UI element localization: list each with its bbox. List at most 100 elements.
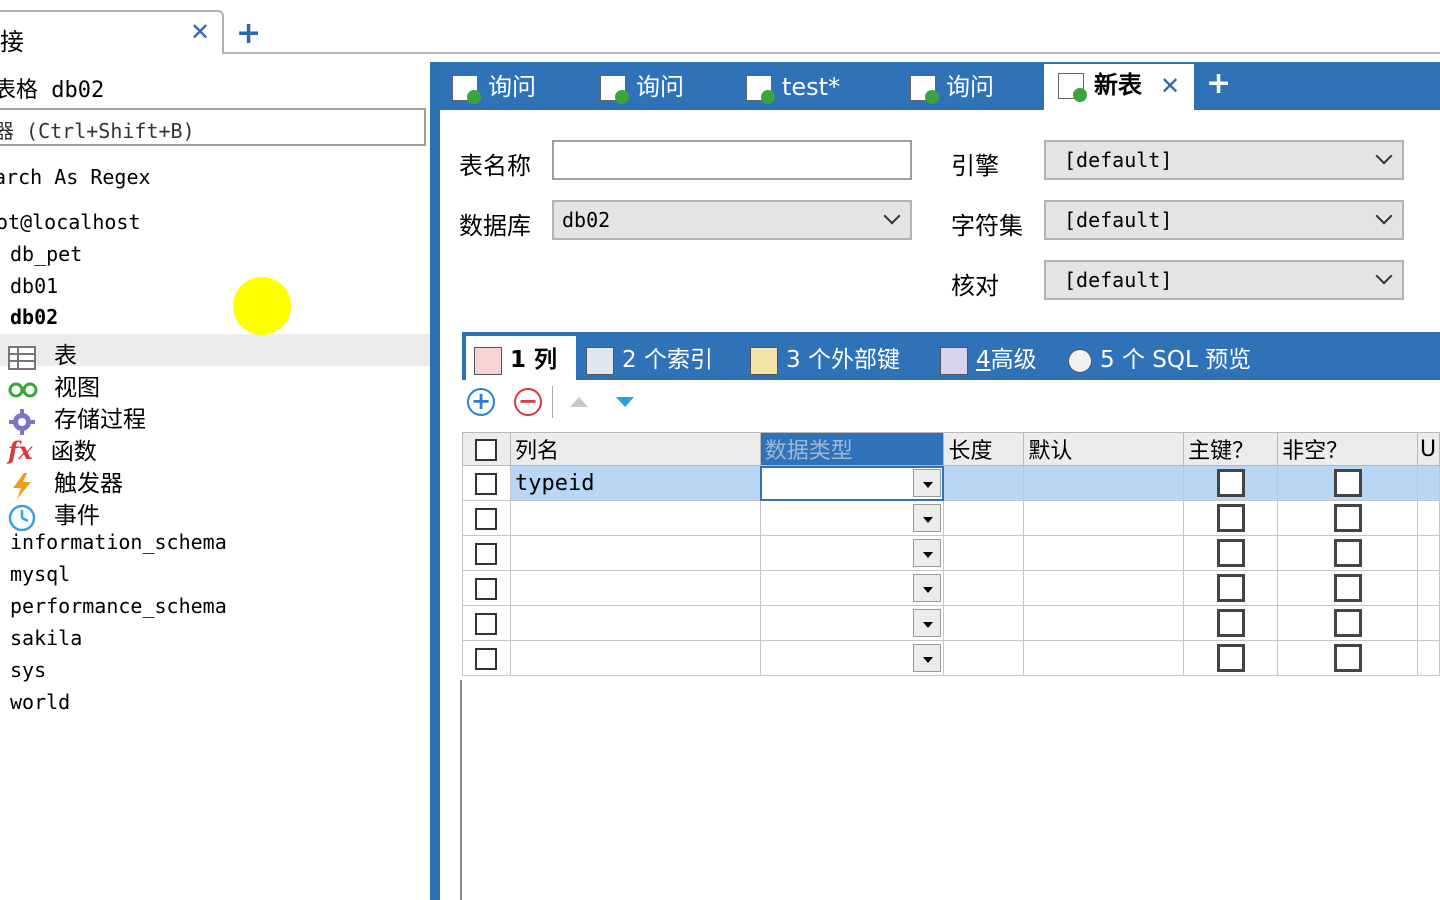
dropdown-arrow-icon[interactable] <box>913 469 942 497</box>
not-null-cell[interactable] <box>1277 535 1418 571</box>
primary-key-checkbox[interactable] <box>1216 609 1245 637</box>
row-checkbox[interactable] <box>475 542 498 565</box>
row-select-cell[interactable] <box>462 465 511 501</box>
length-cell[interactable] <box>943 465 1025 501</box>
panel-splitter[interactable] <box>430 62 440 900</box>
table-row[interactable] <box>462 570 1440 606</box>
not-null-cell[interactable] <box>1277 640 1418 676</box>
default-cell[interactable] <box>1023 500 1185 536</box>
row-select-cell[interactable] <box>462 640 511 676</box>
tree-item-procedures[interactable]: 存储过程 <box>8 400 146 436</box>
row-select-cell[interactable] <box>462 570 511 606</box>
table-row[interactable] <box>462 640 1440 676</box>
not-null-checkbox[interactable] <box>1333 574 1362 602</box>
tree-item-views[interactable]: 视图 <box>8 368 100 402</box>
dropdown-arrow-icon[interactable] <box>913 539 942 567</box>
tab-query-2[interactable]: 询问 <box>600 66 684 108</box>
primary-key-cell[interactable] <box>1183 640 1279 676</box>
primary-key-cell[interactable] <box>1183 570 1279 606</box>
tab-foreign-keys[interactable]: 3 个外部键 <box>750 340 900 375</box>
length-cell[interactable] <box>943 605 1025 641</box>
row-checkbox[interactable] <box>475 577 498 600</box>
row-checkbox[interactable] <box>475 507 498 530</box>
unsigned-cell[interactable] <box>1416 605 1440 641</box>
default-cell[interactable] <box>1023 570 1185 606</box>
tree-db-db_pet[interactable]: db_pet <box>10 242 82 266</box>
unsigned-cell[interactable] <box>1416 570 1440 606</box>
header-column-name[interactable]: 列名 <box>509 432 761 466</box>
column-name-cell[interactable] <box>509 640 761 676</box>
tab-test[interactable]: test* <box>746 66 840 108</box>
primary-key-checkbox[interactable] <box>1216 469 1245 497</box>
data-type-cell[interactable] <box>759 465 945 501</box>
tab-advanced[interactable]: 4高级 <box>940 340 1037 375</box>
row-select-cell[interactable] <box>462 535 511 571</box>
tree-db-db02[interactable]: db02 <box>10 305 58 329</box>
tab-sql-preview[interactable]: 5 个 SQL 预览 <box>1068 340 1251 374</box>
tree-db-sys[interactable]: sys <box>10 658 46 682</box>
close-tab-icon[interactable]: ✕ <box>1160 72 1180 100</box>
dropdown-arrow-icon[interactable] <box>913 644 942 672</box>
header-unsigned[interactable]: U <box>1416 432 1440 466</box>
primary-key-checkbox[interactable] <box>1216 504 1245 532</box>
length-cell[interactable] <box>943 570 1025 606</box>
header-data-type[interactable]: 数据类型 <box>759 432 945 466</box>
collation-select[interactable]: [default] <box>1044 260 1404 300</box>
dropdown-arrow-icon[interactable] <box>913 609 942 637</box>
primary-key-cell[interactable] <box>1183 535 1279 571</box>
table-row[interactable]: typeid <box>462 465 1440 501</box>
row-checkbox[interactable] <box>475 472 498 495</box>
column-name-cell[interactable]: typeid <box>509 465 761 501</box>
row-select-cell[interactable] <box>462 605 511 641</box>
not-null-cell[interactable] <box>1277 605 1418 641</box>
default-cell[interactable] <box>1023 465 1185 501</box>
tab-columns[interactable]: 1 列 <box>474 340 557 375</box>
move-up-icon[interactable] <box>568 394 590 410</box>
length-cell[interactable] <box>943 535 1025 571</box>
tree-db-sakila[interactable]: sakila <box>10 626 82 650</box>
row-select-cell[interactable] <box>462 500 511 536</box>
column-name-cell[interactable] <box>509 570 761 606</box>
primary-key-checkbox[interactable] <box>1216 574 1245 602</box>
move-down-icon[interactable] <box>614 394 636 410</box>
default-cell[interactable] <box>1023 535 1185 571</box>
not-null-checkbox[interactable] <box>1333 644 1362 672</box>
tree-db-performance_schema[interactable]: performance_schema <box>10 594 227 618</box>
data-type-cell[interactable] <box>759 640 945 676</box>
primary-key-checkbox[interactable] <box>1216 644 1245 672</box>
primary-key-cell[interactable] <box>1183 500 1279 536</box>
remove-column-button[interactable]: − <box>514 388 542 416</box>
primary-key-checkbox[interactable] <box>1216 539 1245 567</box>
server-node[interactable]: ot@localhost <box>0 210 141 234</box>
column-name-cell[interactable] <box>509 500 761 536</box>
data-type-cell[interactable] <box>759 500 945 536</box>
row-checkbox[interactable] <box>475 612 498 635</box>
tree-db-world[interactable]: world <box>10 690 70 714</box>
tab-indexes[interactable]: 2 个索引 <box>586 340 713 375</box>
unsigned-cell[interactable] <box>1416 465 1440 501</box>
data-type-cell[interactable] <box>759 570 945 606</box>
engine-select[interactable]: [default] <box>1044 140 1404 180</box>
column-name-cell[interactable] <box>509 535 761 571</box>
not-null-checkbox[interactable] <box>1333 504 1362 532</box>
not-null-cell[interactable] <box>1277 465 1418 501</box>
header-not-null[interactable]: 非空？ <box>1277 432 1418 466</box>
table-row[interactable] <box>462 500 1440 536</box>
not-null-checkbox[interactable] <box>1333 609 1362 637</box>
header-length[interactable]: 长度 <box>943 432 1025 466</box>
header-primary-key[interactable]: 主键？ <box>1183 432 1279 466</box>
not-null-cell[interactable] <box>1277 500 1418 536</box>
tree-item-triggers[interactable]: 触发器 <box>8 464 123 500</box>
column-name-cell[interactable] <box>509 605 761 641</box>
not-null-cell[interactable] <box>1277 570 1418 606</box>
charset-select[interactable]: [default] <box>1044 200 1404 240</box>
tree-item-events[interactable]: 事件 <box>8 496 100 532</box>
primary-key-cell[interactable] <box>1183 465 1279 501</box>
tree-item-functions[interactable]: fx 函数 <box>8 432 97 466</box>
not-null-checkbox[interactable] <box>1333 539 1362 567</box>
select-all-checkbox[interactable] <box>475 438 498 461</box>
header-default[interactable]: 默认 <box>1023 432 1185 466</box>
not-null-checkbox[interactable] <box>1333 469 1362 497</box>
unsigned-cell[interactable] <box>1416 640 1440 676</box>
default-cell[interactable] <box>1023 605 1185 641</box>
